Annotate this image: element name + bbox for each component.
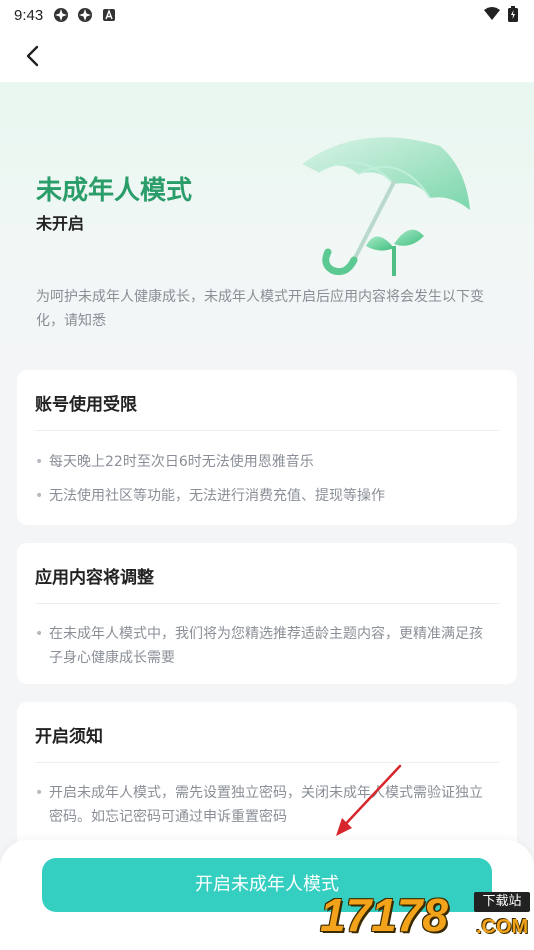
list-item: • 无法使用社区等功能，无法进行消费充值、提现等操作 (35, 484, 489, 508)
list-item-text: 开启未成年人模式，需先设置独立密码，关闭未成年人模式需验证独立密码。如忘记密码可… (49, 785, 483, 825)
divider (35, 603, 499, 604)
hero-section: 未成年人模式 未开启 为呵护未成年人健康成长，未成年人模式开启后应用内容将会发生… (0, 82, 534, 372)
bullet-icon: • (35, 785, 44, 801)
bullet-icon: • (35, 454, 44, 470)
content-adjustment-card: 应用内容将调整 • 在未成年人模式中，我们将为您精选推荐适龄主题内容，更精准满足… (17, 543, 517, 684)
mode-status: 未开启 (36, 214, 85, 233)
intro-description: 为呵护未成年人健康成长，未成年人模式开启后应用内容将会发生以下变化，请知悉 (36, 289, 484, 329)
list-item: • 开启未成年人模式，需先设置独立密码，关闭未成年人模式需验证独立密码。如忘记密… (35, 781, 489, 829)
list-item: • 在未成年人模式中，我们将为您精选推荐适龄主题内容，更精准满足孩子身心健康成长… (35, 622, 489, 670)
back-button[interactable] (20, 42, 48, 70)
list-item: • 每天晚上22时至次日6时无法使用恩雅音乐 (35, 450, 489, 474)
card-title: 账号使用受限 (35, 395, 137, 415)
app-notification-icon (54, 8, 69, 22)
activation-notice-card: 开启须知 • 开启未成年人模式，需先设置独立密码，关闭未成年人模式需验证独立密码… (17, 702, 517, 862)
wifi-icon (484, 7, 500, 20)
list-item-text: 每天晚上22时至次日6时无法使用恩雅音乐 (49, 454, 314, 470)
app-notification-icon (78, 8, 93, 22)
divider (35, 762, 499, 763)
umbrella-sprout-icon (302, 137, 470, 276)
status-right (484, 6, 518, 22)
status-bar: 9:43 (0, 0, 534, 30)
page-title: 未成年人模式 (36, 175, 193, 205)
status-time: 9:43 (14, 6, 44, 24)
divider (35, 430, 499, 431)
a-icon (103, 9, 116, 21)
card-title: 开启须知 (35, 727, 103, 747)
bottom-action-bar: 开启未成年人模式 (0, 840, 534, 950)
watermark-badge: 下载站 (474, 892, 530, 912)
list-item-text: 无法使用社区等功能，无法进行消费充值、提现等操作 (49, 488, 385, 504)
watermark-suffix: .COM (476, 916, 529, 938)
battery-icon (508, 6, 518, 22)
bullet-icon: • (35, 626, 44, 642)
card-title: 应用内容将调整 (35, 568, 154, 588)
list-item-text: 在未成年人模式中，我们将为您精选推荐适龄主题内容，更精准满足孩子身心健康成长需要 (49, 626, 483, 666)
account-restrictions-card: 账号使用受限 • 每天晚上22时至次日6时无法使用恩雅音乐 • 无法使用社区等功… (17, 370, 517, 525)
bullet-icon: • (35, 488, 44, 504)
nav-bar (0, 30, 534, 82)
watermark-logo: 17178 (320, 889, 448, 941)
